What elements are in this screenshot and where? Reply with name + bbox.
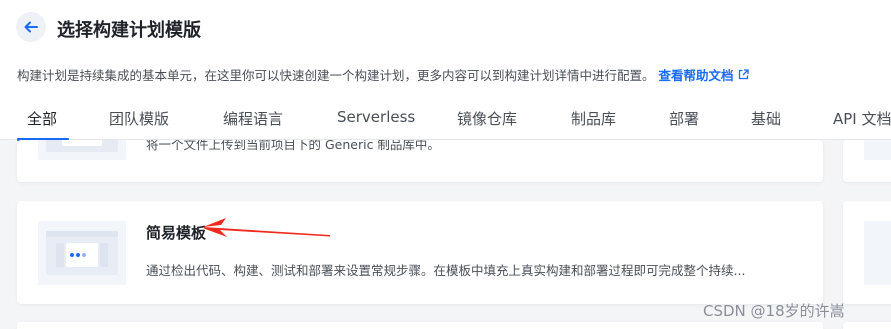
annotation-arrow-icon	[203, 218, 330, 237]
tab-image-registry[interactable]: 镜像仓库	[457, 108, 517, 129]
template-card-right-partial[interactable]	[843, 322, 891, 329]
template-thumbnail	[864, 140, 891, 160]
template-card-simple[interactable]: 简易模板 通过检出代码、构建、测试和部署来设置常规步骤。在模板中填充上真实构建和…	[17, 201, 823, 304]
arrow-left-icon	[24, 21, 38, 33]
tab-basic[interactable]: 基础	[751, 108, 781, 129]
external-link-icon	[738, 69, 749, 80]
description-text: 构建计划是持续集成的基本单元，在这里你可以快速创建一个构建计划，更多内容可以到构…	[17, 68, 655, 83]
page-header: 选择构建计划模版 构建计划是持续集成的基本单元，在这里你可以快速创建一个构建计划…	[0, 0, 891, 141]
tab-all[interactable]: 全部	[27, 108, 57, 129]
template-thumbnail	[864, 221, 891, 285]
template-card-generic-upload[interactable]: 将一个文件上传到当前项目下的 Generic 制品库中。	[17, 140, 823, 182]
template-title: 简易模板	[146, 224, 207, 242]
watermark: CSDN @18岁的许嵩	[703, 302, 845, 320]
template-thumbnail	[38, 221, 126, 285]
tab-serverless[interactable]: Serverless	[337, 108, 415, 126]
category-tabs: 全部 团队模版 编程语言 Serverless 镜像仓库 制品库 部署 基础 A…	[0, 100, 891, 141]
tab-team-templates[interactable]: 团队模版	[109, 108, 169, 129]
tab-api-docs[interactable]: API 文档	[833, 108, 891, 129]
page-description: 构建计划是持续集成的基本单元，在这里你可以快速创建一个构建计划，更多内容可以到构…	[17, 65, 749, 84]
help-docs-label: 查看帮助文档	[658, 68, 734, 83]
template-description: 将一个文件上传到当前项目下的 Generic 制品库中。	[146, 140, 440, 152]
back-button[interactable]	[16, 12, 46, 42]
tab-deploy[interactable]: 部署	[669, 108, 699, 129]
page-title: 选择构建计划模版	[57, 20, 201, 41]
tab-programming-languages[interactable]: 编程语言	[223, 108, 283, 129]
template-card-next[interactable]	[17, 322, 823, 329]
help-docs-link[interactable]: 查看帮助文档	[659, 65, 749, 84]
tab-artifact-registry[interactable]: 制品库	[571, 108, 616, 129]
template-description: 通过检出代码、构建、测试和部署来设置常规步骤。在模板中填充上真实构建和部署过程即…	[146, 263, 746, 278]
template-card-right-partial[interactable]	[843, 140, 891, 182]
template-thumbnail	[38, 140, 126, 160]
template-card-right-partial[interactable]	[843, 201, 891, 304]
